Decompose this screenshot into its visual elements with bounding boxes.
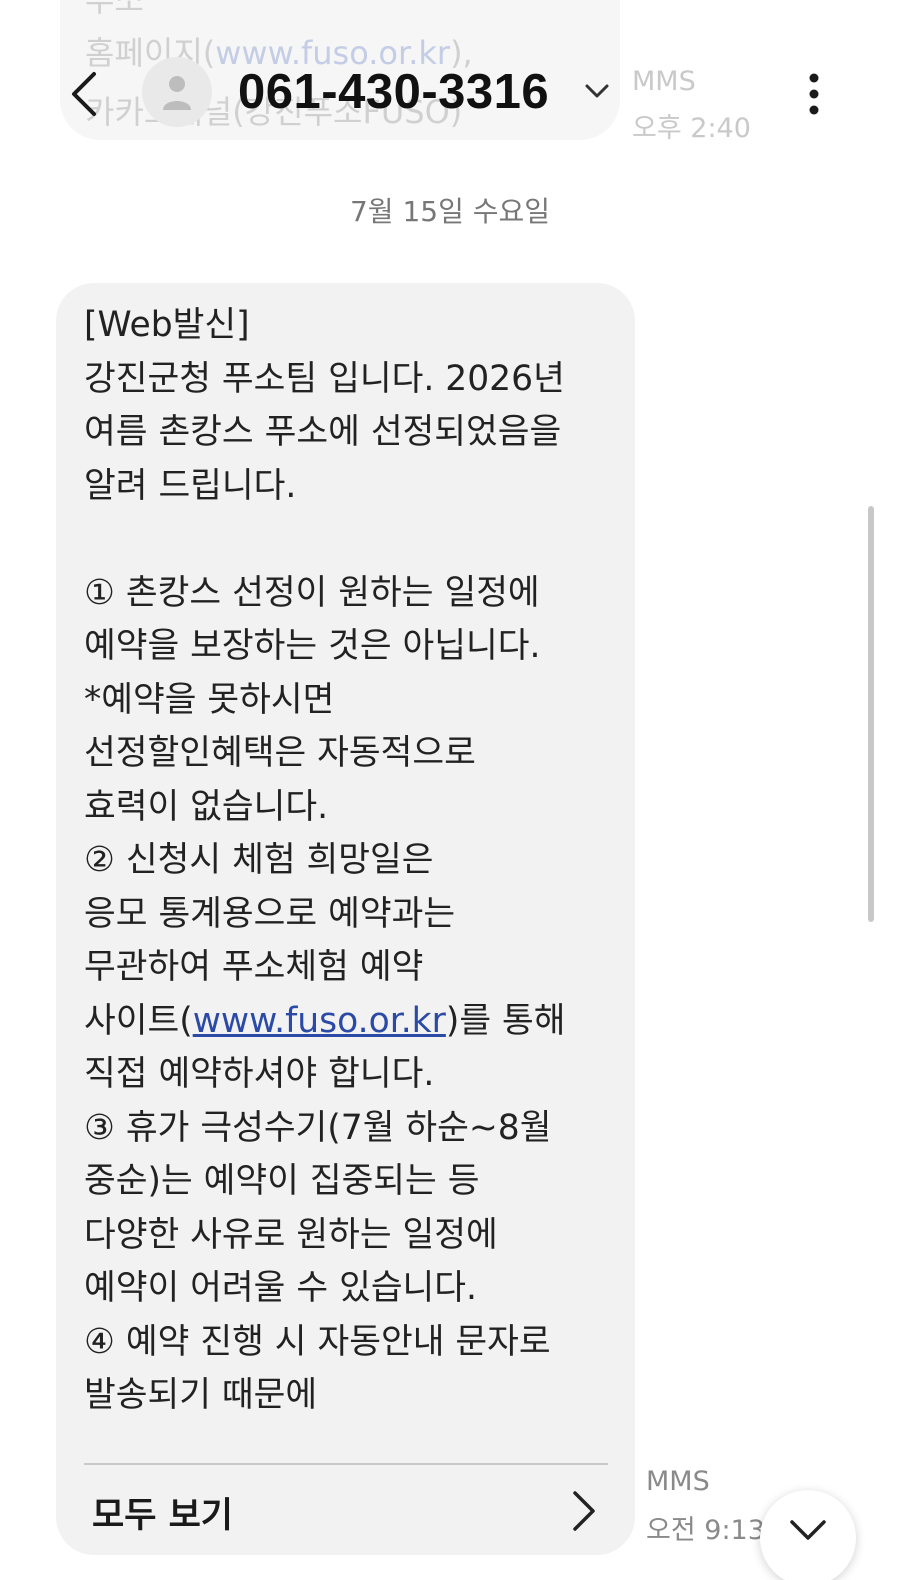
scroll-to-bottom-button[interactable]: [760, 1490, 856, 1580]
message-bubble[interactable]: [Web발신] 강진군청 푸소팀 입니다. 2026년 여름 촌캉스 푸소에 선…: [56, 283, 635, 1555]
message-body: [Web발신] 강진군청 푸소팀 입니다. 2026년 여름 촌캉스 푸소에 선…: [84, 299, 624, 1423]
message-line: 선정할인혜택은 자동적으로: [84, 733, 476, 773]
message-line: *예약을 못하시면: [84, 679, 335, 720]
message-line: 직접 예약하셔야 합니다.: [84, 1054, 435, 1094]
message-type: MMS: [646, 1466, 710, 1497]
chevron-right-icon: [573, 1491, 595, 1531]
avatar[interactable]: [142, 57, 212, 127]
more-options-button[interactable]: [792, 66, 836, 122]
message-line: 예약을 보장하는 것은 아닙니다.: [84, 626, 541, 666]
message-line: ④ 예약 진행 시 자동안내 문자로: [84, 1321, 551, 1362]
chevron-left-icon: [72, 72, 96, 116]
message-line: 여름 촌캉스 푸소에 선정되었음을: [84, 412, 562, 452]
chevron-down-icon[interactable]: [582, 76, 612, 106]
view-all-label: 모두 보기: [92, 1496, 233, 1536]
more-vertical-icon: [809, 73, 819, 115]
message-line: 사이트(www.fuso.or.kr)를 통해: [84, 1000, 566, 1041]
message-line: 예약이 어려울 수 있습니다.: [84, 1268, 478, 1308]
previous-message-time: 오후 2:40: [632, 113, 751, 144]
previous-message-type: MMS: [632, 66, 696, 97]
message-line: 효력이 없습니다.: [84, 786, 329, 827]
message-line: 다양한 사유로 원하는 일정에: [84, 1214, 498, 1255]
chevron-down-icon: [790, 1520, 826, 1540]
message-line: 알려 드립니다.: [84, 465, 297, 506]
message-line: 중순)는 예약이 집중되는 등: [84, 1161, 480, 1201]
message-line: [Web발신]: [84, 305, 250, 345]
website-link[interactable]: www.fuso.or.kr: [193, 1001, 446, 1041]
message-line: ① 촌캉스 선정이 원하는 일정에: [84, 572, 540, 613]
message-line: ③ 휴가 극성수기(7월 하순~8월: [84, 1107, 552, 1148]
message-line: 발송되기 때문에: [84, 1375, 318, 1415]
message-line: 무관하여 푸소체험 예약: [84, 947, 424, 987]
scrollbar[interactable]: [868, 506, 874, 922]
contact-title[interactable]: 061-430-3316: [238, 62, 549, 122]
previous-message-line: 푸소: [85, 0, 144, 19]
message-line: 응모 통계용으로 예약과는: [84, 893, 456, 934]
date-separator: 7월 15일 수요일: [349, 195, 551, 228]
person-icon: [163, 76, 191, 110]
back-button[interactable]: [58, 62, 110, 126]
message-line: 강진군청 푸소팀 입니다. 2026년: [84, 358, 565, 399]
message-line: ② 신청시 체험 희망일은: [84, 840, 434, 880]
conversation-header: 061-430-3316 MMS 오후 2:40: [0, 40, 900, 148]
view-all-button[interactable]: 모두 보기: [84, 1465, 608, 1555]
message-time: 오전 9:13: [646, 1515, 765, 1546]
